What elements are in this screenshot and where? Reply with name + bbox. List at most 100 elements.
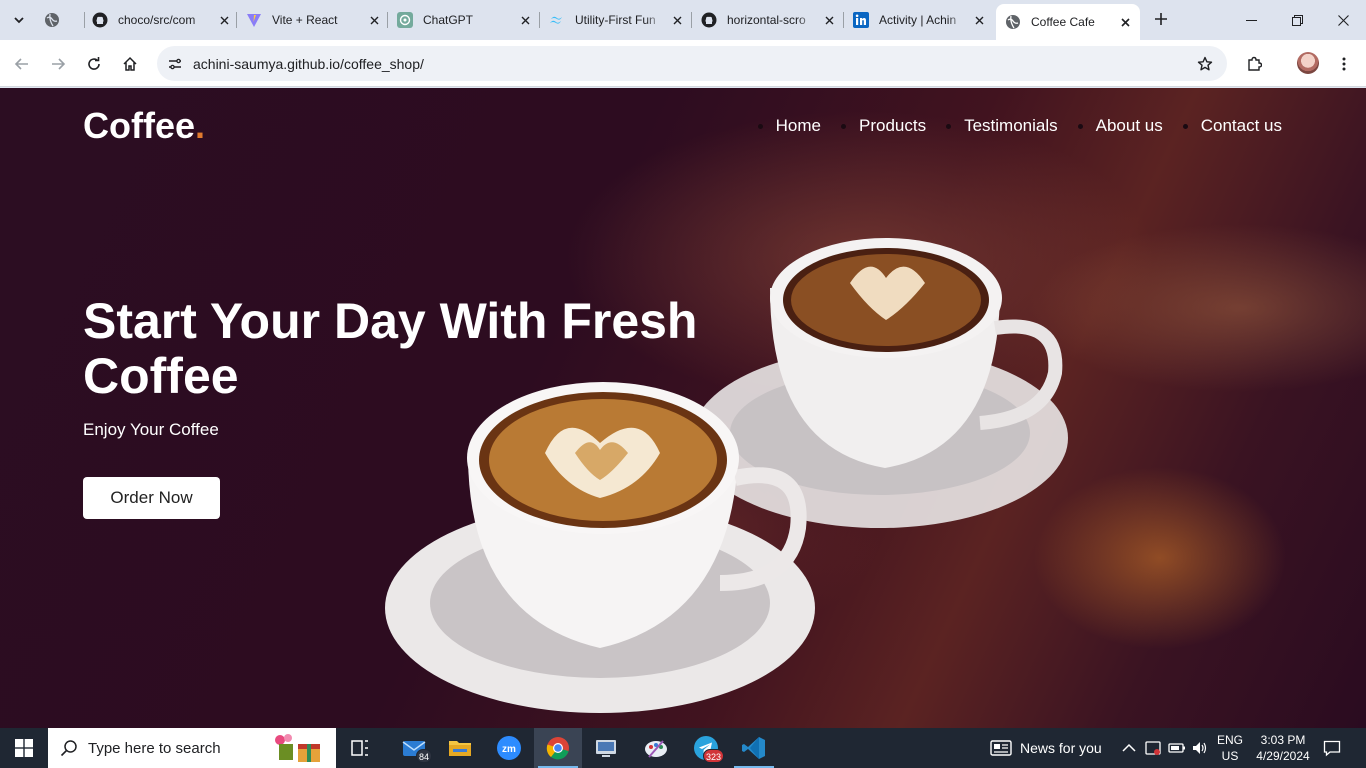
bookmark-star-icon[interactable] — [1195, 54, 1215, 74]
folder-icon — [449, 741, 471, 756]
globe-icon — [44, 12, 60, 28]
back-button[interactable] — [8, 50, 36, 78]
nav-label: Products — [858, 116, 927, 135]
nav-label: Contact us — [1200, 116, 1282, 135]
taskbar-app-remote[interactable] — [582, 728, 630, 768]
tab-label: Vite + React — [272, 13, 338, 27]
taskbar-telegram[interactable]: 323 — [682, 728, 730, 768]
tab-6[interactable]: Activity | Achin — [853, 4, 987, 36]
coffee-cups-image — [385, 238, 1068, 713]
close-window-button[interactable] — [1320, 0, 1366, 40]
tab-label: choco/src/com — [118, 13, 196, 27]
close-icon[interactable] — [1117, 14, 1133, 30]
extensions-button[interactable] — [1240, 50, 1268, 78]
tab-label: ChatGPT — [423, 13, 474, 27]
arrow-right-icon — [52, 58, 66, 70]
telegram-badge: 323 — [702, 749, 724, 763]
profile-avatar[interactable] — [1297, 52, 1319, 74]
language-region: US — [1221, 749, 1239, 763]
start-button[interactable] — [0, 728, 48, 768]
taskbar-zoom[interactable]: zm — [485, 728, 533, 768]
close-icon[interactable] — [366, 12, 382, 28]
address-bar[interactable]: achini-saumya.github.io/coffee_shop/ — [157, 46, 1227, 81]
search-placeholder: Type here to search — [88, 740, 221, 757]
tab-separator — [236, 12, 237, 28]
new-tab-button[interactable] — [1150, 8, 1172, 30]
forward-button[interactable] — [44, 50, 72, 78]
reload-button[interactable] — [80, 50, 108, 78]
close-icon[interactable] — [669, 12, 685, 28]
clock-date: 4/29/2024 — [1256, 749, 1310, 763]
nav-home[interactable]: Home — [757, 116, 821, 136]
tab-3[interactable]: ChatGPT — [397, 4, 533, 36]
zoom-icon: zm — [497, 736, 521, 760]
taskbar-app-paint[interactable] — [632, 728, 680, 768]
taskbar-vscode[interactable] — [730, 728, 778, 768]
tab-separator — [387, 12, 388, 28]
restore-button[interactable] — [1274, 0, 1320, 40]
tab-separator — [691, 12, 692, 28]
main-nav: Home Products Testimonials About us Cont… — [738, 116, 1282, 136]
home-icon — [123, 56, 137, 71]
browser-tab-strip: choco/src/com Vite + React ChatGPT Utili… — [0, 0, 1366, 40]
tray-battery[interactable] — [1168, 728, 1186, 768]
tab-7-active[interactable]: Coffee Cafe — [996, 4, 1140, 40]
close-icon — [1337, 14, 1349, 26]
news-widget[interactable]: News for you — [990, 728, 1102, 768]
nav-bullet — [1182, 123, 1188, 129]
tab-4[interactable]: Utility-First Fun — [549, 4, 685, 36]
nav-products[interactable]: Products — [840, 116, 927, 136]
browser-menu-button[interactable] — [1330, 50, 1358, 78]
close-icon[interactable] — [821, 12, 837, 28]
nav-label: About us — [1095, 116, 1163, 135]
close-icon[interactable] — [971, 12, 987, 28]
taskbar-file-explorer[interactable] — [436, 728, 484, 768]
paint-icon — [645, 740, 667, 758]
windows-logo-icon — [15, 739, 33, 757]
tab-search-button[interactable] — [7, 8, 31, 32]
tab-separator — [84, 12, 85, 28]
tab-label: Utility-First Fun — [575, 13, 656, 27]
nav-about-us[interactable]: About us — [1077, 116, 1163, 136]
notification-center[interactable] — [1323, 728, 1341, 768]
tab-0[interactable] — [44, 4, 84, 36]
puzzle-icon — [1248, 56, 1262, 71]
more-vertical-icon — [1342, 57, 1346, 71]
site-logo[interactable]: Coffee. — [83, 105, 205, 147]
tab-label: horizontal-scro — [727, 13, 806, 27]
search-highlight-icon — [275, 734, 320, 762]
nav-testimonials[interactable]: Testimonials — [946, 116, 1058, 136]
close-icon[interactable] — [216, 12, 232, 28]
tab-2[interactable]: Vite + React — [246, 4, 382, 36]
nav-bullet — [1077, 123, 1083, 129]
task-view-button[interactable] — [336, 728, 384, 768]
order-now-button[interactable]: Order Now — [83, 477, 220, 519]
taskbar-search-box[interactable]: Type here to search — [48, 728, 336, 768]
tray-show-hidden[interactable] — [1120, 728, 1138, 768]
nav-contact-us[interactable]: Contact us — [1182, 116, 1282, 136]
chevron-up-icon — [1122, 743, 1136, 752]
battery-icon — [1168, 743, 1185, 753]
minimize-button[interactable] — [1228, 0, 1274, 40]
arrow-left-icon — [14, 58, 28, 70]
tab-5[interactable]: horizontal-scro — [701, 4, 837, 36]
home-button[interactable] — [116, 50, 144, 78]
taskbar-chrome[interactable] — [534, 728, 582, 768]
mail-badge: 84 — [415, 749, 432, 763]
system-clock[interactable]: 3:03 PM 4/29/2024 — [1252, 728, 1314, 768]
news-icon — [990, 740, 1012, 756]
tray-security[interactable] — [1144, 728, 1162, 768]
windows-taskbar: Type here to search 84 zm 323 News for y… — [0, 728, 1366, 768]
github-icon — [92, 12, 108, 28]
globe-icon — [1005, 14, 1021, 30]
chevron-down-icon — [14, 17, 24, 24]
site-settings-icon[interactable] — [165, 54, 185, 74]
restore-icon — [1291, 14, 1303, 26]
tab-label: Activity | Achin — [879, 13, 957, 27]
tab-1[interactable]: choco/src/com — [92, 4, 232, 36]
taskbar-mail[interactable]: 84 — [390, 728, 438, 768]
close-icon[interactable] — [517, 12, 533, 28]
language-indicator[interactable]: ENG US — [1214, 728, 1246, 768]
browser-toolbar: achini-saumya.github.io/coffee_shop/ — [0, 40, 1366, 87]
tray-volume[interactable] — [1191, 728, 1209, 768]
